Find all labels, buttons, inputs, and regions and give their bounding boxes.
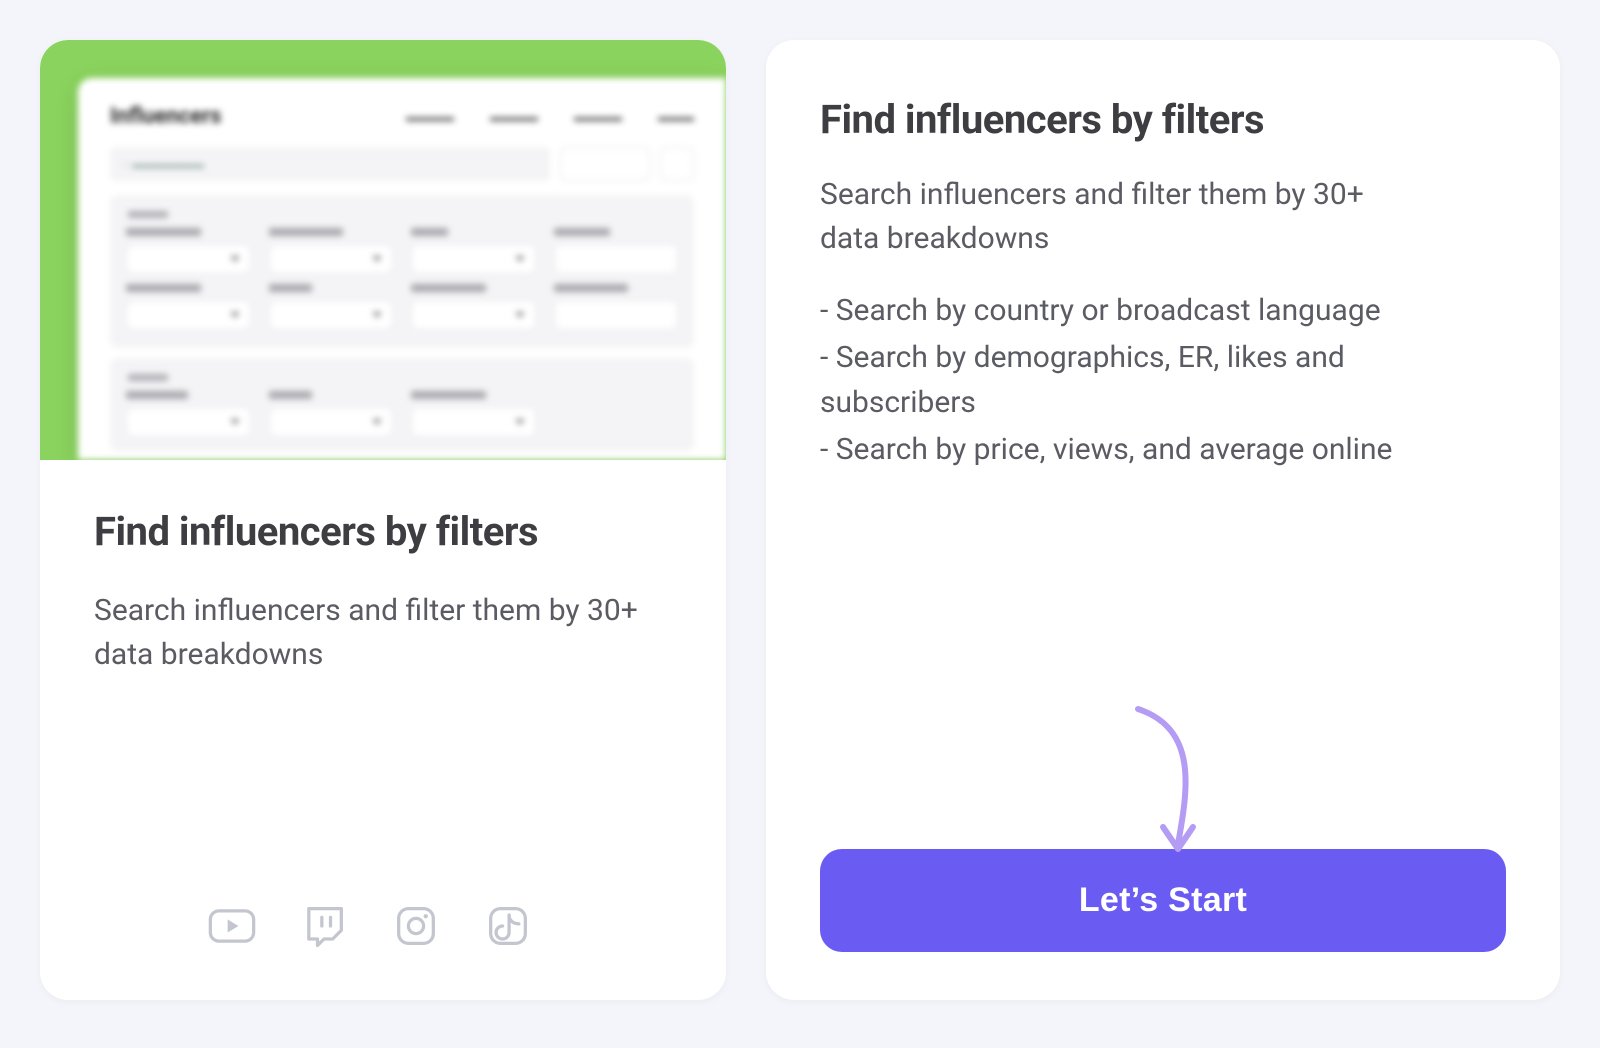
preview-heading: Influencers: [110, 104, 221, 129]
preview-panel: Influencers ▬▬▬▬▬▬▬▬▬▬▬▬▬▬▬ ◌ ▬▬▬▬▬▬: [78, 78, 726, 460]
instagram-icon: [388, 898, 444, 954]
preview-fav: [660, 147, 694, 181]
detail-subtitle: Search influencers and filter them by 30…: [820, 173, 1380, 260]
twitch-icon: [296, 898, 352, 954]
preview-search: ◌ ▬▬▬▬▬▬: [110, 147, 550, 181]
feature-detail-card: Find influencers by filters Search influ…: [766, 40, 1560, 1000]
preview-backdrop: Influencers ▬▬▬▬▬▬▬▬▬▬▬▬▬▬▬ ◌ ▬▬▬▬▬▬: [40, 40, 726, 460]
lets-start-button[interactable]: Let’s Start: [820, 849, 1506, 952]
bullet-item: - Search by price, views, and average on…: [820, 427, 1400, 472]
card-title: Find influencers by filters: [94, 508, 672, 555]
preview-tabs: ▬▬▬▬▬▬▬▬▬▬▬▬▬▬▬: [406, 110, 694, 124]
card-body: Find influencers by filters Search influ…: [40, 460, 726, 1000]
tiktok-icon: [480, 898, 536, 954]
card-description: Search influencers and filter them by 30…: [94, 589, 654, 676]
preview-search-aux: [560, 147, 650, 181]
bullet-item: - Search by country or broadcast languag…: [820, 288, 1400, 333]
detail-title: Find influencers by filters: [820, 96, 1506, 143]
arrow-icon: [1108, 699, 1248, 869]
bullet-item: - Search by demographics, ER, likes and …: [820, 335, 1400, 425]
youtube-icon: [204, 898, 260, 954]
feature-card-filters[interactable]: Influencers ▬▬▬▬▬▬▬▬▬▬▬▬▬▬▬ ◌ ▬▬▬▬▬▬: [40, 40, 726, 1000]
cta-area: Let’s Start: [820, 709, 1506, 952]
platform-icons: [94, 888, 672, 960]
detail-bullets: - Search by country or broadcast languag…: [820, 288, 1400, 474]
feature-cards-row: Influencers ▬▬▬▬▬▬▬▬▬▬▬▬▬▬▬ ◌ ▬▬▬▬▬▬: [20, 20, 1580, 1020]
